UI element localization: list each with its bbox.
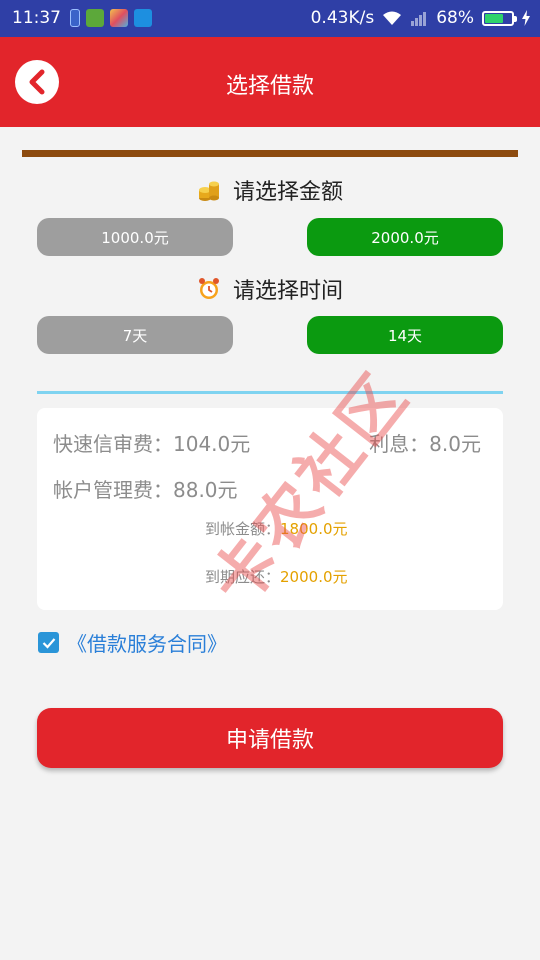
amount-option-1000[interactable]: 1000.0元 [37,218,233,256]
received-amount-value: 1800.0元 [280,520,348,538]
network-speed: 0.43K/s [310,8,375,28]
time-option-label: 14天 [387,326,423,345]
app-notification-icon [86,9,104,27]
due-amount-value: 2000.0元 [280,568,348,586]
alarm-clock-icon [198,278,219,299]
time-option-14-days[interactable]: 14天 [307,316,503,354]
battery-percent: 68% [436,8,474,28]
contract-link[interactable]: 《借款服务合同》 [67,628,227,657]
received-amount-label: 到帐金额： [205,520,281,538]
contract-checkbox[interactable] [38,632,59,653]
apply-loan-label: 申请借款 [225,728,314,753]
amount-option-label: 2000.0元 [371,228,439,247]
header: 选择借款 [0,37,540,127]
received-amount: 到帐金额：1800.0元 [205,518,348,539]
signal-icon [411,12,427,26]
amount-section-title: 请选择金额 [0,174,540,206]
divider-bar [22,150,518,157]
app-notification-icon [110,9,128,27]
amount-option-2000[interactable]: 2000.0元 [307,218,503,256]
credit-review-fee: 快速信审费：104.0元 [53,432,251,456]
app-notification-icon [70,9,80,27]
section-divider [37,391,503,394]
page-title: 选择借款 [225,74,314,99]
contract-row: 《借款服务合同》 [38,628,227,657]
interest-fee: 利息：8.0元 [369,432,481,456]
fee-info-card: 快速信审费：104.0元 利息：8.0元 帐户管理费：88.0元 到帐金额：18… [37,408,503,610]
battery-level [485,13,503,23]
amount-option-label: 1000.0元 [101,228,169,247]
notification-icons [70,9,152,27]
check-icon [42,637,55,649]
account-management-fee: 帐户管理费：88.0元 [53,478,238,502]
coins-icon [198,181,219,201]
battery-icon [482,10,517,26]
status-right: 0.43K/s 68% [311,8,530,28]
apply-loan-button[interactable]: 申请借款 [37,708,503,768]
charging-icon [522,10,530,26]
status-time: 11:37 [12,8,61,28]
due-amount-label: 到期应还： [205,568,281,586]
time-option-label: 7天 [122,326,148,345]
screenshot-notification-icon [134,9,152,27]
due-amount: 到期应还：2000.0元 [205,566,348,587]
wifi-icon [383,11,402,25]
status-bar: 11:37 0.43K/s 68% [0,0,540,37]
time-option-7-days[interactable]: 7天 [37,316,233,354]
time-title-text: 请选择时间 [232,279,343,304]
time-section-title: 请选择时间 [0,273,540,305]
amount-title-text: 请选择金额 [232,180,343,205]
